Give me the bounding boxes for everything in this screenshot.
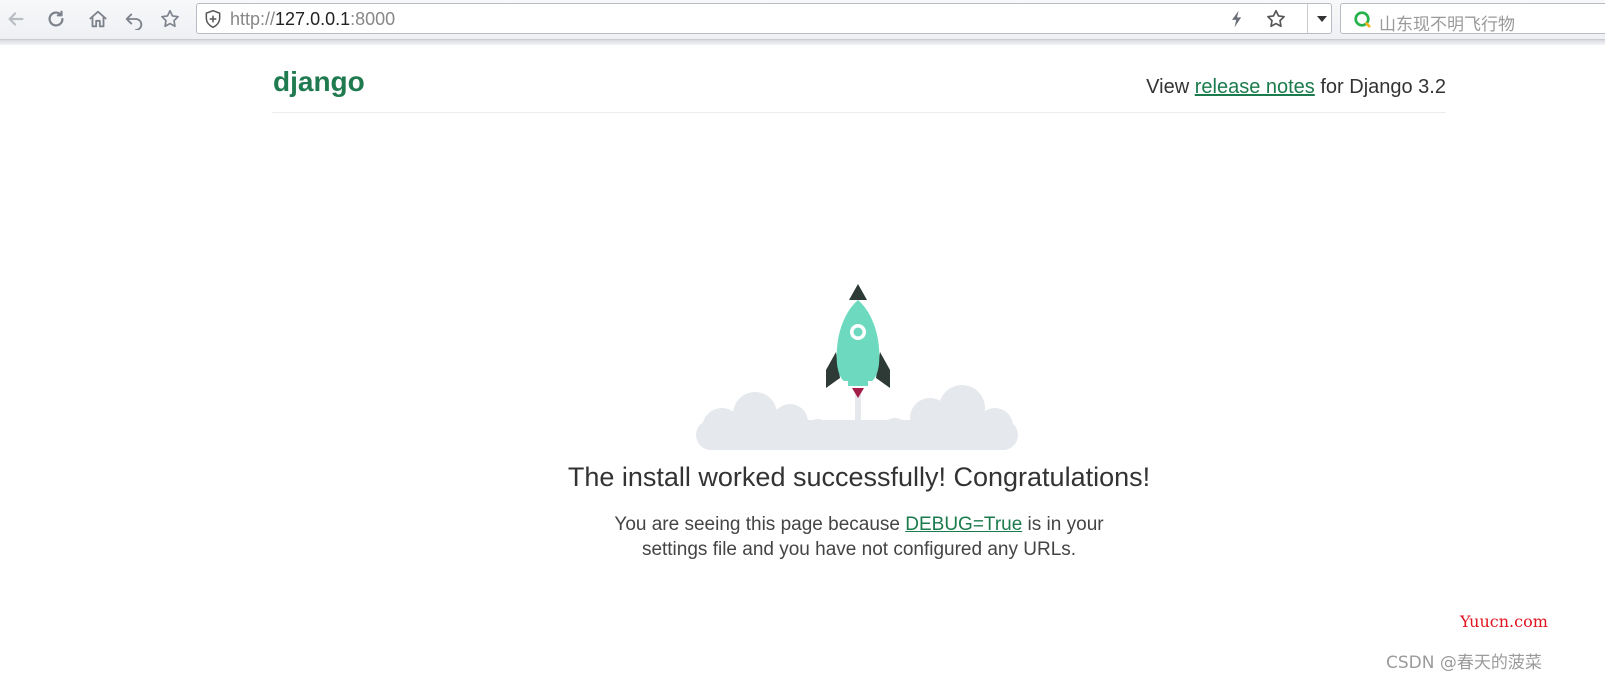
django-logo[interactable]: django	[273, 66, 365, 98]
browser-toolbar: http://127.0.0.1:8000 山东现不明飞行物	[0, 0, 1605, 40]
chevron-down-icon[interactable]	[1315, 12, 1329, 26]
address-bar-divider	[1307, 4, 1308, 33]
info-suffix: is in your	[1022, 514, 1104, 535]
bookmark-star-icon[interactable]	[1265, 8, 1287, 30]
debug-true-link[interactable]: DEBUG=True	[905, 514, 1022, 535]
lightning-icon[interactable]	[1227, 9, 1247, 29]
success-headline: The install worked successfully! Congrat…	[567, 462, 1151, 492]
author-watermark: CSDN @春天的菠菜	[1386, 653, 1542, 673]
url-port: :8000	[350, 9, 396, 29]
url-host: 127.0.0.1	[275, 9, 351, 29]
page-header: django View release notes for Django 3.2	[272, 60, 1446, 113]
site-watermark: Yuucn.com	[1460, 612, 1548, 631]
reload-button[interactable]	[42, 5, 70, 33]
info-prefix: You are seeing this page because	[614, 514, 906, 535]
url-text[interactable]: http://127.0.0.1:8000	[230, 9, 395, 29]
home-button[interactable]	[84, 5, 112, 33]
star-outline-icon	[161, 9, 179, 28]
search-input[interactable]: 山东现不明飞行物	[1379, 10, 1515, 35]
favorites-button[interactable]	[156, 5, 184, 33]
release-suffix: for Django 3.2	[1314, 76, 1446, 98]
undo-close-button[interactable]	[120, 5, 148, 33]
search-engine-icon	[1354, 11, 1371, 28]
info-line2: settings file and you have not configure…	[641, 539, 1077, 560]
undo-icon	[125, 13, 143, 30]
release-prefix: View	[1146, 76, 1195, 98]
back-arrow-icon	[8, 12, 24, 26]
home-icon	[89, 10, 107, 28]
shield-icon[interactable]	[203, 9, 223, 29]
release-notes-link[interactable]: release notes	[1195, 76, 1315, 98]
search-box[interactable]: 山东现不明飞行物	[1340, 3, 1605, 35]
reload-icon	[48, 10, 64, 27]
address-bar[interactable]: http://127.0.0.1:8000	[196, 3, 1332, 34]
release-notes-text: View release notes for Django 3.2	[1146, 76, 1446, 99]
rocket-illustration	[696, 284, 1018, 450]
info-paragraph: You are seeing this page because DEBUG=T…	[0, 512, 1605, 562]
back-button[interactable]	[2, 5, 30, 33]
toolbar-shadow	[0, 40, 1605, 45]
url-scheme: http://	[230, 9, 276, 29]
